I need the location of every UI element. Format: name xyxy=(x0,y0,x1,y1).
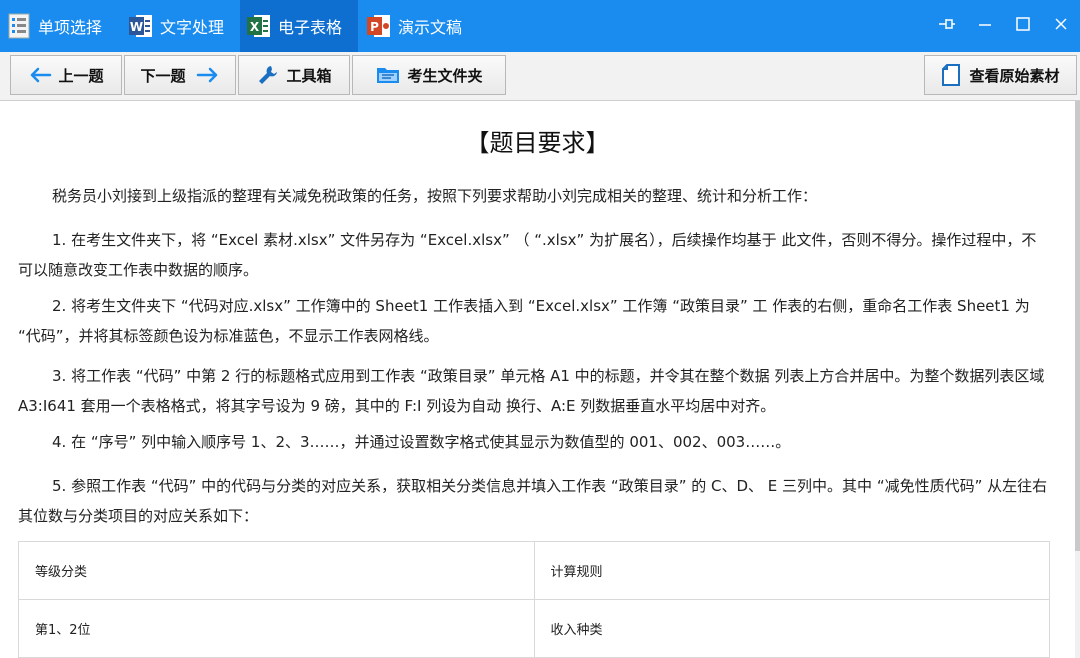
maximize-button[interactable] xyxy=(1004,0,1042,52)
tab-presentation[interactable]: P 演示文稿 xyxy=(360,0,478,52)
tab-word-processing[interactable]: W 文字处理 xyxy=(122,0,238,52)
tab-single-choice[interactable]: 单项选择 xyxy=(0,0,118,52)
document-icon xyxy=(941,63,961,87)
exam-folder-label: 考生文件夹 xyxy=(407,66,483,85)
tab-label: 单项选择 xyxy=(38,18,103,37)
close-button[interactable] xyxy=(1042,0,1080,52)
table-cell: 收入种类 xyxy=(533,599,1050,658)
wrench-icon xyxy=(256,63,280,87)
scrollbar-thumb[interactable] xyxy=(1075,101,1080,551)
minimize-icon xyxy=(977,16,993,36)
minimize-button[interactable] xyxy=(966,0,1004,52)
requirement-item-5: 5. 参照工作表 “代码” 中的代码与分类的对应关系，获取相关分类信息并填入工作… xyxy=(18,477,1048,525)
tab-label: 电子表格 xyxy=(278,18,343,37)
exam-folder-button[interactable]: 考生文件夹 xyxy=(352,55,506,95)
svg-text:P: P xyxy=(370,20,379,34)
question-content: 【题目要求】 税务员小刘接到上级指派的整理有关减免税政策的任务，按照下列要求帮助… xyxy=(0,101,1075,658)
powerpoint-icon: P xyxy=(366,13,392,39)
word-icon: W xyxy=(128,13,154,39)
next-question-label: 下一题 xyxy=(140,66,186,85)
toolbox-label: 工具箱 xyxy=(286,66,332,85)
view-source-button[interactable]: 查看原始素材 xyxy=(924,55,1077,95)
prev-question-button[interactable]: 上一题 xyxy=(10,55,122,95)
requirement-item-4: 4. 在 “序号” 列中输入顺序号 1、2、3……，并通过设置数字格式使其显示为… xyxy=(52,433,791,451)
tab-label: 文字处理 xyxy=(160,18,225,37)
pin-button[interactable] xyxy=(928,0,966,52)
requirement-item-2: 2. 将考生文件夹下 “代码对应.xlsx” 工作簿中的 Sheet1 工作表插… xyxy=(18,297,1030,345)
view-source-label: 查看原始素材 xyxy=(969,66,1060,85)
tab-label: 演示文稿 xyxy=(398,18,463,37)
requirement-item-3: 3. 将工作表 “代码” 中第 2 行的标题格式应用到工作表 “政策目录” 单元… xyxy=(18,367,1045,415)
arrow-left-icon xyxy=(28,66,52,84)
toolbar: 上一题 下一题 工具箱 考生文件夹 查看原始素材 xyxy=(0,52,1080,101)
next-question-button[interactable]: 下一题 xyxy=(124,55,236,95)
maximize-icon xyxy=(1015,16,1031,36)
title-bar: 单项选择 W 文字处理 X 电子表格 P 演示文稿 xyxy=(0,0,1080,52)
page-title: 【题目要求】 xyxy=(465,129,610,157)
table-header-cell: 计算规则 xyxy=(533,541,1050,600)
arrow-right-icon xyxy=(196,66,220,84)
window-controls xyxy=(928,0,1080,52)
folder-icon xyxy=(375,64,401,86)
excel-icon: X xyxy=(246,13,272,39)
close-icon xyxy=(1053,16,1069,36)
table-header-cell: 等级分类 xyxy=(18,541,535,600)
tab-spreadsheet[interactable]: X 电子表格 xyxy=(240,0,358,52)
intro-paragraph: 税务员小刘接到上级指派的整理有关减免税政策的任务，按照下列要求帮助小刘完成相关的… xyxy=(52,187,818,205)
prev-question-label: 上一题 xyxy=(58,66,104,85)
pin-icon xyxy=(937,14,957,38)
requirement-item-1: 1. 在考生文件夹下，将 “Excel 素材.xlsx” 文件另存为 “Exce… xyxy=(18,231,1037,279)
toolbox-button[interactable]: 工具箱 xyxy=(238,55,350,95)
mapping-table: 等级分类 计算规则 第1、2位 收入种类 xyxy=(18,541,1050,658)
list-icon xyxy=(6,13,32,39)
table-header-row: 等级分类 计算规则 xyxy=(18,541,1050,600)
svg-text:W: W xyxy=(130,20,143,34)
table-row: 第1、2位 收入种类 xyxy=(18,599,1050,658)
svg-text:X: X xyxy=(250,20,260,34)
table-cell: 第1、2位 xyxy=(18,599,535,658)
